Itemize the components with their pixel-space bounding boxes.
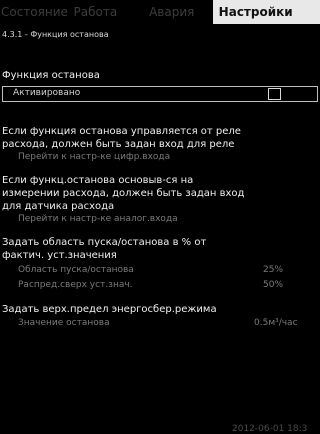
sensor-text-line1: Если функц.останова основыв-ся на bbox=[2, 175, 194, 186]
band-row-value[interactable]: 25% bbox=[263, 265, 283, 275]
relay-text-line2: расхода, должен быть задан вход для реле bbox=[2, 139, 235, 150]
tab-settings[interactable]: Настройки bbox=[212, 0, 320, 24]
digital-input-link[interactable]: Перейти к настр-ке цифр.входа bbox=[18, 152, 170, 162]
overshoot-row-value[interactable]: 50% bbox=[263, 280, 283, 290]
analog-input-link[interactable]: Перейти к настр-ке аналог.входа bbox=[18, 214, 178, 224]
stop-function-value: Активировано bbox=[13, 88, 81, 98]
band-row-label[interactable]: Область пуска/останова bbox=[18, 265, 134, 275]
tab-status[interactable]: Состояние bbox=[0, 0, 73, 24]
tab-alarm[interactable]: Авария bbox=[141, 0, 213, 24]
tab-bar: Состояние Работа Авария Настройки bbox=[0, 0, 320, 24]
overshoot-row-label[interactable]: Распред.сверх уст.знач. bbox=[18, 280, 133, 290]
relay-text-line1: Если функция останова управляется от рел… bbox=[2, 126, 241, 137]
stop-value-value[interactable]: 0.5м³/час bbox=[254, 318, 298, 328]
sensor-text-line3: для датчика расхода bbox=[2, 201, 115, 212]
band-text-line2: фактич. уст.значения bbox=[2, 250, 117, 261]
band-text-line1: Задать область пуска/останова в % от bbox=[2, 237, 207, 248]
screen-title: 4.3.1 - Функция останова bbox=[2, 30, 109, 39]
sensor-text-line2: измерении расхода, должен быть задан вхо… bbox=[2, 188, 245, 199]
tab-operation[interactable]: Работа bbox=[73, 0, 142, 24]
stop-function-label: Функция останова bbox=[2, 70, 100, 81]
stop-value-label[interactable]: Значение останова bbox=[18, 318, 110, 328]
timestamp: 2012-06-01 18:3 bbox=[232, 424, 308, 434]
stop-function-checkbox[interactable] bbox=[268, 88, 281, 100]
stop-function-field[interactable]: Активировано bbox=[2, 86, 318, 102]
energy-text: Задать верх.предел энергосбер.режима bbox=[2, 304, 217, 315]
